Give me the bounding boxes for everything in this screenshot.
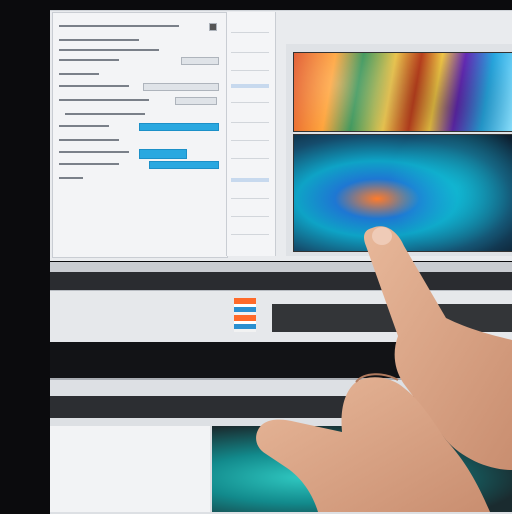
pointing-hand-icon bbox=[256, 226, 512, 512]
